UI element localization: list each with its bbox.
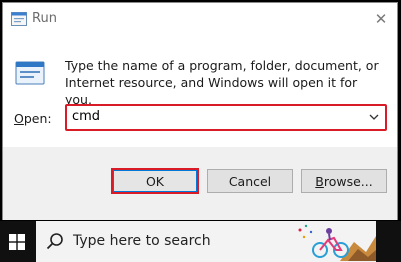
search-highlight-illustration: [298, 224, 376, 261]
close-icon: ✕: [374, 10, 388, 28]
ok-button[interactable]: OK: [111, 168, 199, 194]
ok-button-label: OK: [145, 173, 165, 189]
cancel-button-label: Cancel: [228, 173, 272, 189]
close-button[interactable]: ✕: [367, 5, 395, 33]
button-bar: OK Cancel Browse...: [3, 147, 397, 220]
chevron-down-icon[interactable]: [368, 111, 380, 123]
taskbar: Type here to search: [0, 221, 401, 262]
windows-logo-icon: [9, 233, 25, 250]
browse-label-rest: rowse...: [323, 173, 373, 189]
run-description: Type the name of a program, folder, docu…: [65, 58, 379, 107]
open-label: Open:: [14, 111, 52, 126]
taskbar-tray-area: [376, 221, 401, 262]
open-combobox[interactable]: [65, 104, 387, 131]
taskbar-search-box[interactable]: Type here to search: [36, 221, 376, 262]
open-label-text: pen:: [23, 111, 52, 126]
run-dialog: Run ✕ Type the name of a program, folder…: [2, 2, 398, 220]
title-bar: Run ✕: [3, 3, 397, 35]
screenshot-frame: Run ✕ Type the name of a program, folder…: [0, 0, 401, 262]
search-placeholder: Type here to search: [73, 233, 211, 249]
run-app-icon: [11, 12, 27, 26]
run-program-icon: [15, 61, 45, 85]
browse-button[interactable]: Browse...: [301, 169, 387, 193]
window-title: Run: [32, 11, 57, 26]
start-button[interactable]: [0, 221, 34, 262]
ok-button-focus: OK: [113, 170, 197, 192]
open-input[interactable]: [72, 109, 352, 124]
browse-accelerator: B: [315, 173, 324, 189]
open-label-accelerator: O: [14, 111, 24, 126]
browse-button-label: Browse...: [315, 174, 372, 189]
cancel-button[interactable]: Cancel: [207, 169, 293, 193]
search-icon: [46, 233, 63, 250]
